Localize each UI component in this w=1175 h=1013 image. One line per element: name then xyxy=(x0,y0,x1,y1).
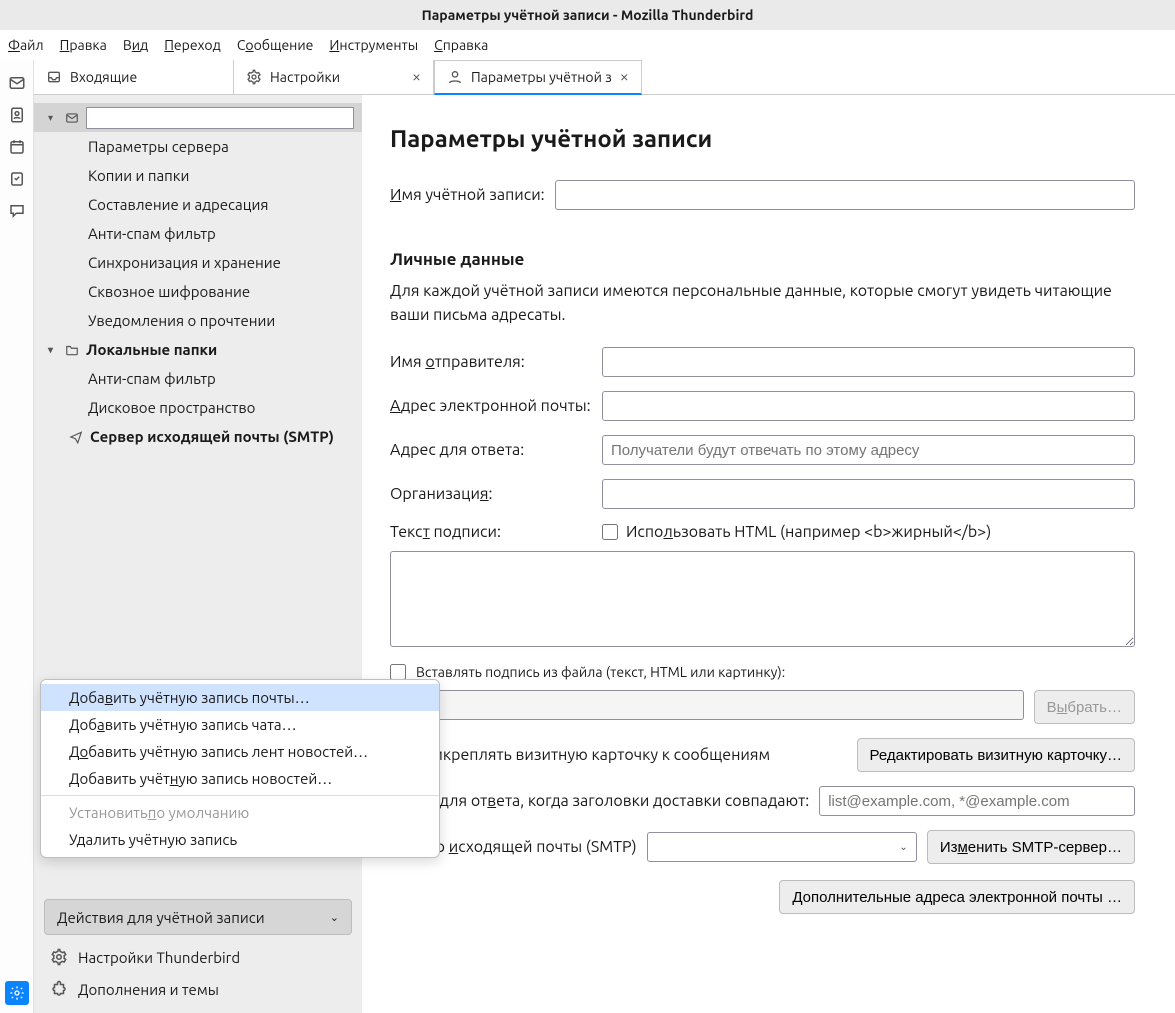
menu-edit[interactable]: Правка xyxy=(60,37,107,53)
tree-item-sync[interactable]: Синхронизация и хранение xyxy=(34,248,362,277)
signature-textarea[interactable] xyxy=(390,551,1135,647)
menu-add-feed[interactable]: Добавить учётную запись лент новостей… xyxy=(41,738,439,765)
use-html-checkbox[interactable] xyxy=(602,524,618,540)
tree-item-receipts[interactable]: Уведомления о прочтении xyxy=(34,306,362,335)
tab-account-label: Параметры учётной з xyxy=(471,69,612,85)
tree-item-copies[interactable]: Копии и папки xyxy=(34,161,362,190)
tab-inbox-label: Входящие xyxy=(70,69,137,85)
chevron-down-icon: ⌄ xyxy=(330,911,339,924)
account-name-label: Имя учётной записи: xyxy=(390,186,545,204)
menu-file[interactable]: Файл xyxy=(8,37,44,53)
menu-set-default: Установить по умолчанию xyxy=(41,799,439,826)
menu-go[interactable]: Переход xyxy=(164,37,221,53)
account-name-input[interactable] xyxy=(555,180,1135,210)
rail-chat-icon[interactable] xyxy=(8,202,26,220)
tree-smtp[interactable]: Сервер исходящей почты (SMTP) xyxy=(34,422,362,451)
send-icon xyxy=(68,430,84,444)
chevron-down-icon[interactable]: ▾ xyxy=(48,344,62,356)
sender-label: Имя отправителя: xyxy=(390,353,602,371)
replyto-match-label: Адрес для ответа, когда заголовки достав… xyxy=(390,792,809,810)
rail-mail-icon[interactable] xyxy=(8,74,26,92)
sender-input[interactable] xyxy=(602,347,1135,377)
chevron-down-icon[interactable]: ▾ xyxy=(48,112,62,124)
rail-settings-icon[interactable] xyxy=(5,981,29,1005)
rail-addressbook-icon[interactable] xyxy=(8,106,26,124)
window-titlebar: Параметры учётной записи - Mozilla Thund… xyxy=(0,0,1175,30)
edit-vcard-button[interactable]: Редактировать визитную карточку… xyxy=(857,738,1135,772)
tree-item-junk[interactable]: Анти-спам фильтр xyxy=(34,219,362,248)
tab-settings-label: Настройки xyxy=(270,69,340,85)
menu-message[interactable]: Сообщение xyxy=(237,37,314,53)
gear-icon xyxy=(246,69,262,85)
tree-item-local-junk[interactable]: Анти-спам фильтр xyxy=(34,364,362,393)
rail-calendar-icon[interactable] xyxy=(8,138,26,156)
tree-item-e2e[interactable]: Сквозное шифрование xyxy=(34,277,362,306)
left-rail xyxy=(0,60,34,1013)
tree-local-folders[interactable]: ▾ Локальные папки xyxy=(34,335,362,364)
folder-icon xyxy=(64,343,80,357)
sig-file-path-input xyxy=(390,690,1024,720)
menu-separator xyxy=(41,795,439,796)
reply-input[interactable] xyxy=(602,435,1135,465)
puzzle-icon xyxy=(50,980,68,998)
sig-file-label: Вставлять подпись из файла (текст, HTML … xyxy=(416,664,785,680)
browse-button: Выбрать… xyxy=(1034,690,1135,724)
window-title: Параметры учётной записи - Mozilla Thund… xyxy=(422,7,754,23)
account-actions-menu: Добавить учётную запись почты… Добавить … xyxy=(40,679,440,858)
vcard-label: Прикреплять визитную карточку к сообщени… xyxy=(413,746,770,764)
extra-emails-button[interactable]: Дополнительные адреса электронной почты … xyxy=(779,880,1135,914)
tree-item-server[interactable]: Параметры сервера xyxy=(34,132,362,161)
inbox-icon xyxy=(46,69,62,85)
org-label: Организация: xyxy=(390,485,602,503)
edit-smtp-button[interactable]: Изменить SMTP-сервер… xyxy=(927,830,1135,864)
tree-item-disk[interactable]: Дисковое пространство xyxy=(34,393,362,422)
page-title: Параметры учётной записи xyxy=(390,125,1135,152)
menu-add-mail[interactable]: Добавить учётную запись почты… xyxy=(41,684,439,711)
menu-help[interactable]: Справка xyxy=(434,37,488,53)
sig-file-checkbox[interactable] xyxy=(390,664,406,680)
replyto-match-input[interactable] xyxy=(819,786,1135,816)
tree-item-composition[interactable]: Составление и адресация xyxy=(34,190,362,219)
org-input[interactable] xyxy=(602,479,1135,509)
chevron-down-icon: ⌄ xyxy=(899,841,907,853)
addons-link[interactable]: Дополнения и темы xyxy=(34,973,362,1005)
reply-label: Адрес для ответа: xyxy=(390,441,602,459)
close-icon[interactable]: × xyxy=(412,68,421,86)
use-html-label: Использовать HTML (например <b>жирный</b… xyxy=(626,523,991,541)
menu-add-news[interactable]: Добавить учётную запись новостей… xyxy=(41,765,439,792)
tab-inbox[interactable]: Входящие xyxy=(34,60,234,94)
menu-view[interactable]: Вид xyxy=(123,37,148,53)
smtp-select[interactable]: ⌄ xyxy=(647,832,917,862)
menu-delete-account[interactable]: Удалить учётную запись xyxy=(41,826,439,853)
menu-add-chat[interactable]: Добавить учётную запись чата… xyxy=(41,711,439,738)
section-title: Личные данные xyxy=(390,250,1135,269)
account-icon xyxy=(447,69,463,85)
close-icon[interactable]: × xyxy=(620,68,629,86)
tab-account-settings[interactable]: Параметры учётной з × xyxy=(434,60,642,95)
rail-tasks-icon[interactable] xyxy=(8,170,26,188)
tab-settings[interactable]: Настройки × xyxy=(234,60,434,94)
main-panel: Параметры учётной записи Имя учётной зап… xyxy=(362,95,1175,1013)
section-desc: Для каждой учётной записи имеются персон… xyxy=(390,279,1135,327)
thunderbird-settings-link[interactable]: Настройки Thunderbird xyxy=(34,941,362,973)
email-label: Адрес электронной почты: xyxy=(390,397,602,415)
mailbox-icon xyxy=(64,111,80,125)
account-tree-root[interactable]: ▾ xyxy=(34,103,362,132)
account-actions-button[interactable]: Действия для учётной записи ⌄ xyxy=(44,899,352,935)
gear-icon xyxy=(50,948,68,966)
account-sidebar: ▾ Параметры сервера Копии и папки Состав… xyxy=(34,95,362,1013)
email-input[interactable] xyxy=(602,391,1135,421)
menu-tools[interactable]: Инструменты xyxy=(329,37,418,53)
account-name-edit[interactable] xyxy=(86,107,354,129)
sig-label: Текст подписи: xyxy=(390,523,602,541)
menubar[interactable]: Файл Правка Вид Переход Сообщение Инстру… xyxy=(0,30,1175,60)
tabstrip: Входящие Настройки × Параметры учётной з… xyxy=(0,60,1175,95)
